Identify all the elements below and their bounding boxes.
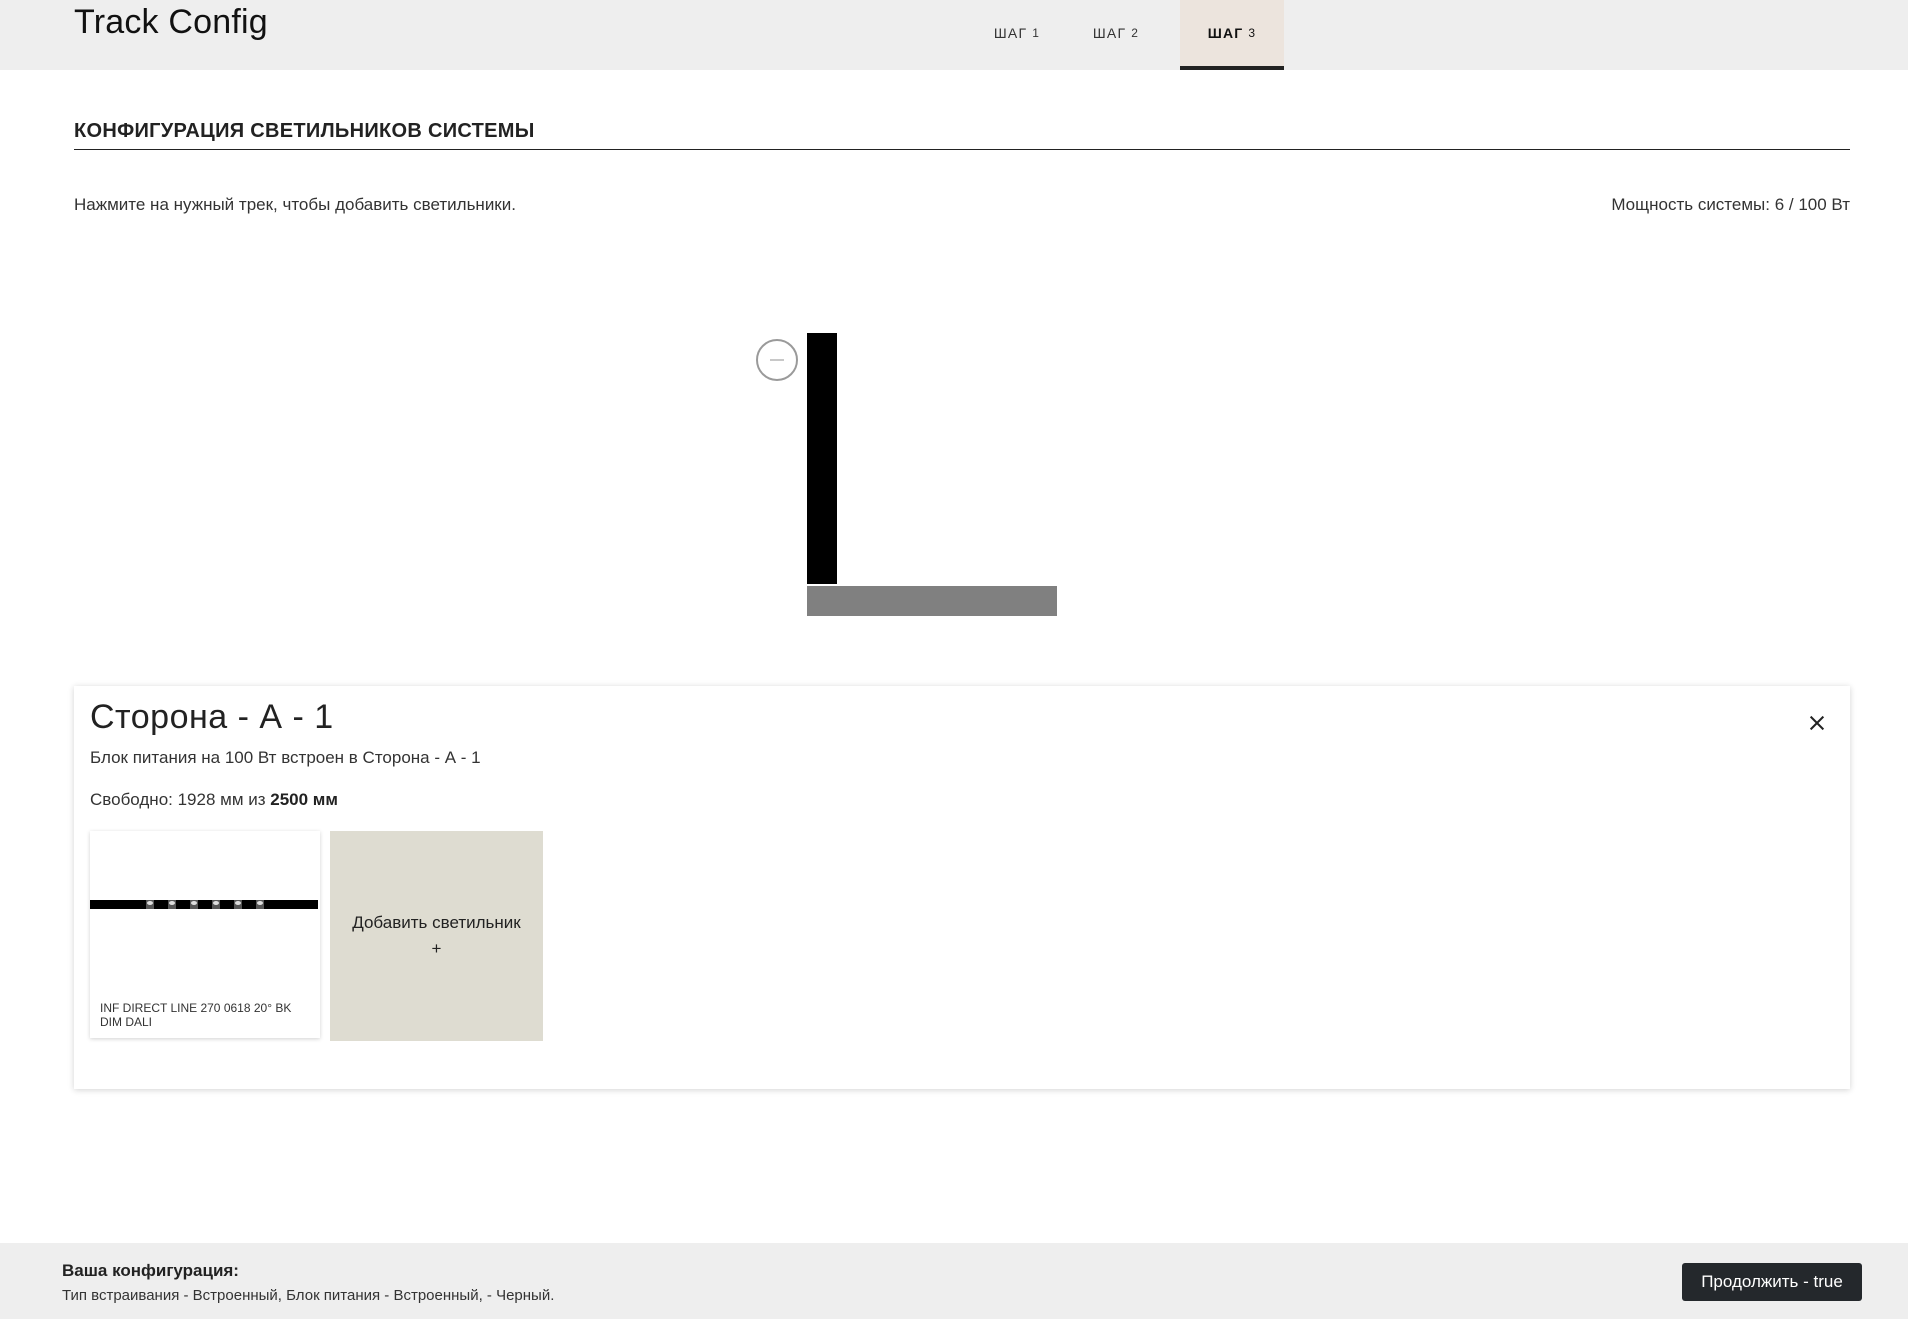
luminaire-image bbox=[90, 900, 318, 909]
free-length-text: Свободно: 1928 мм из bbox=[90, 790, 266, 809]
tab-number: 1 bbox=[1032, 26, 1041, 40]
tab-number: 2 bbox=[1131, 26, 1140, 40]
free-length: Свободно: 1928 мм из 2500 мм bbox=[90, 790, 338, 810]
track-side-a-1[interactable] bbox=[807, 333, 837, 584]
step-tabs: ШАГ 1 ШАГ 2 ШАГ 3 bbox=[962, 0, 1284, 70]
add-luminaire-label: Добавить светильник bbox=[352, 913, 521, 932]
tab-label: ШАГ bbox=[1092, 25, 1127, 41]
section-title: КОНФИГУРАЦИЯ СВЕТИЛЬНИКОВ СИСТЕМЫ bbox=[74, 120, 535, 142]
add-luminaire-button[interactable]: Добавить светильник + bbox=[330, 831, 543, 1041]
luminaire-name: INF DIRECT LINE 270 0618 20° BK DIM DALI bbox=[100, 1001, 292, 1029]
section-divider bbox=[74, 149, 1850, 150]
tab-step-1[interactable]: ШАГ 1 bbox=[971, 0, 1063, 70]
lens-icon bbox=[212, 900, 220, 909]
lens-icon bbox=[234, 900, 242, 909]
config-summary-title: Ваша конфигурация: bbox=[62, 1261, 239, 1280]
tab-step-3[interactable]: ШАГ 3 bbox=[1180, 0, 1284, 70]
system-power: Мощность системы: 6 / 100 Вт bbox=[1611, 195, 1850, 214]
config-summary-text: Тип встраивания - Встроенный, Блок питан… bbox=[62, 1287, 555, 1304]
total-length: 2500 мм bbox=[270, 790, 338, 809]
track-side-b[interactable] bbox=[807, 586, 1057, 616]
power-supply-note: Блок питания на 100 Вт встроен в Сторона… bbox=[90, 748, 481, 767]
close-icon[interactable] bbox=[1804, 710, 1830, 736]
luminaire-card[interactable]: INF DIRECT LINE 270 0618 20° BK DIM DALI bbox=[90, 831, 320, 1038]
instruction-text: Нажмите на нужный трек, чтобы добавить с… bbox=[74, 195, 516, 214]
lens-icon bbox=[146, 900, 154, 909]
continue-button[interactable]: Продолжить - true bbox=[1682, 1263, 1862, 1301]
panel-title: Сторона - А - 1 bbox=[90, 698, 334, 736]
lens-icon bbox=[190, 900, 198, 909]
track-diagram bbox=[740, 325, 1080, 625]
tab-step-2[interactable]: ШАГ 2 bbox=[1063, 0, 1169, 70]
tab-label: ШАГ bbox=[993, 25, 1028, 41]
tab-label: ШАГ bbox=[1207, 25, 1244, 41]
config-footer: Ваша конфигурация: Тип встраивания - Вст… bbox=[0, 1243, 1908, 1319]
plus-icon: + bbox=[431, 939, 442, 958]
lens-icon bbox=[256, 900, 264, 909]
side-details-panel: Сторона - А - 1 Блок питания на 100 Вт в… bbox=[74, 686, 1850, 1089]
power-supply-icon bbox=[756, 339, 798, 381]
app-header: Track Config ШАГ 1 ШАГ 2 ШАГ 3 bbox=[0, 0, 1908, 70]
lens-icon bbox=[168, 900, 176, 909]
tab-number: 3 bbox=[1248, 26, 1257, 40]
app-title: Track Config bbox=[74, 3, 268, 41]
